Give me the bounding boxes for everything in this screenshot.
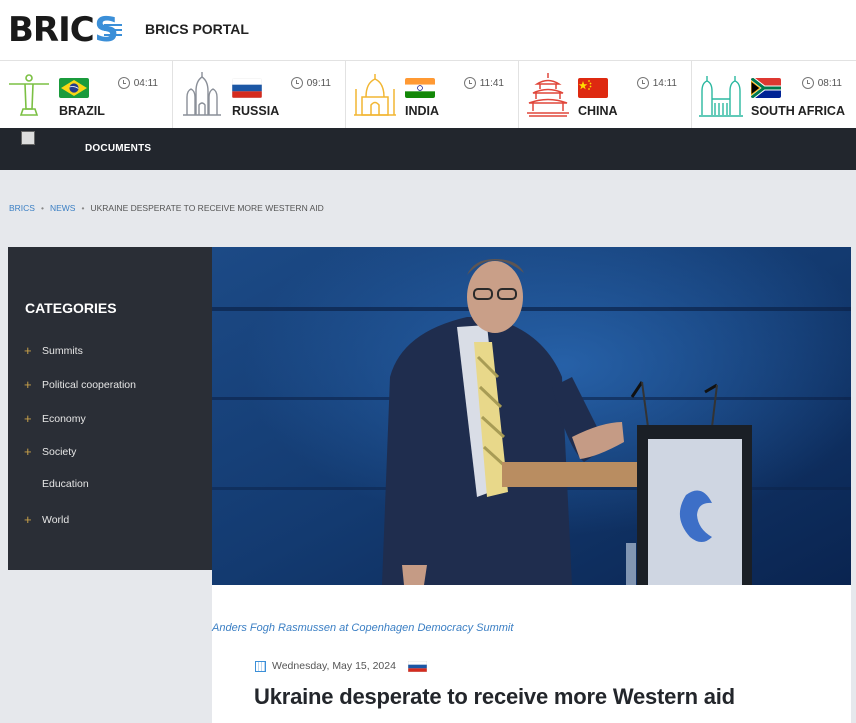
nav-documents-link[interactable]: DOCUMENTS <box>85 143 151 154</box>
local-time: 14:11 <box>636 77 677 89</box>
plus-icon[interactable]: + <box>24 377 36 392</box>
plus-icon[interactable]: + <box>24 512 36 527</box>
country-china[interactable]: CHINA 14:11 <box>519 61 692 129</box>
st-basil-cathedral-icon <box>183 72 221 116</box>
local-time: 04:11 <box>117 77 158 89</box>
sidebar-item-summits[interactable]: + Summits <box>24 343 83 358</box>
countries-bar: BRAZIL 04:11 RUSSIA 09:11 INDIA 11:41 CH… <box>0 60 856 129</box>
article-date: Wednesday, May 15, 2024 <box>272 660 396 672</box>
speaker-photo <box>212 247 851 585</box>
country-name: BRAZIL <box>59 104 105 118</box>
country-russia[interactable]: RUSSIA 09:11 <box>173 61 346 129</box>
sidebar-item-society[interactable]: + Society <box>24 444 76 459</box>
sidebar-item-label: Society <box>42 445 77 458</box>
breadcrumb-separator: • <box>81 203 85 213</box>
calendar-icon <box>255 660 266 672</box>
breadcrumb-current: UKRAINE DESPERATE TO RECEIVE MORE WESTER… <box>90 203 324 213</box>
country-name: INDIA <box>405 104 440 118</box>
article-headline: Ukraine desperate to receive more Wester… <box>254 684 735 709</box>
south-africa-flag-icon <box>751 78 781 98</box>
breadcrumb-separator: • <box>40 203 44 213</box>
portal-title[interactable]: BRICS PORTAL <box>145 21 249 37</box>
breadcrumb-home-link[interactable]: BRICS <box>9 203 35 213</box>
taj-mahal-icon <box>354 74 396 116</box>
plus-icon[interactable]: + <box>24 411 36 426</box>
china-flag-icon <box>578 78 608 98</box>
image-caption: Anders Fogh Rasmussen at Copenhagen Demo… <box>212 622 514 634</box>
india-flag-icon <box>405 78 435 98</box>
breadcrumb: BRICS • NEWS • UKRAINE DESPERATE TO RECE… <box>9 203 324 213</box>
clock-icon <box>290 77 303 89</box>
article-hero-image <box>212 247 851 585</box>
article-meta: Wednesday, May 15, 2024 <box>255 660 427 672</box>
site-header: BRICS BRICS PORTAL <box>0 0 856 60</box>
plus-icon[interactable]: + <box>24 444 36 459</box>
sidebar-item-education[interactable]: Education <box>24 478 89 490</box>
plus-icon[interactable]: + <box>24 343 36 358</box>
country-name: SOUTH AFRICA <box>751 104 845 118</box>
local-time: 09:11 <box>290 77 331 89</box>
sidebar-title: CATEGORIES <box>25 300 117 316</box>
russia-flag-icon <box>232 78 262 98</box>
union-buildings-icon <box>699 76 743 117</box>
sidebar-item-label: Summits <box>42 344 83 357</box>
temple-of-heaven-icon <box>527 73 569 117</box>
country-name: RUSSIA <box>232 104 280 118</box>
main-nav: DOCUMENTS <box>0 128 856 170</box>
russia-flag-icon <box>407 660 427 672</box>
breadcrumb-news-link[interactable]: NEWS <box>50 203 76 213</box>
sidebar-item-label: Political cooperation <box>42 378 136 391</box>
broken-image-icon[interactable] <box>21 131 35 145</box>
brazil-flag-icon <box>59 78 89 98</box>
christ-redeemer-icon <box>9 74 49 116</box>
country-south-africa[interactable]: SOUTH AFRICA 08:11 <box>692 61 856 129</box>
clock-icon <box>801 77 814 89</box>
sidebar-item-world[interactable]: + World <box>24 512 69 527</box>
local-time: 08:11 <box>801 77 842 89</box>
sidebar-item-label: Education <box>42 478 89 490</box>
categories-sidebar: CATEGORIES + Summits + Political cooperati… <box>8 247 212 570</box>
menu-icon[interactable] <box>104 24 122 36</box>
local-time: 11:41 <box>463 77 504 89</box>
sidebar-item-political-cooperation[interactable]: + Political cooperation <box>24 377 136 392</box>
clock-icon <box>636 77 649 89</box>
sidebar-item-label: Economy <box>42 412 86 425</box>
logo-text: BRIC <box>8 10 95 50</box>
country-india[interactable]: INDIA 11:41 <box>346 61 519 129</box>
sidebar-item-economy[interactable]: + Economy <box>24 411 86 426</box>
clock-icon <box>117 77 130 89</box>
clock-icon <box>463 77 476 89</box>
sidebar-item-label: World <box>42 513 70 526</box>
country-brazil[interactable]: BRAZIL 04:11 <box>0 61 173 129</box>
country-name: CHINA <box>578 104 618 118</box>
brics-logo[interactable]: BRICS <box>8 10 119 50</box>
